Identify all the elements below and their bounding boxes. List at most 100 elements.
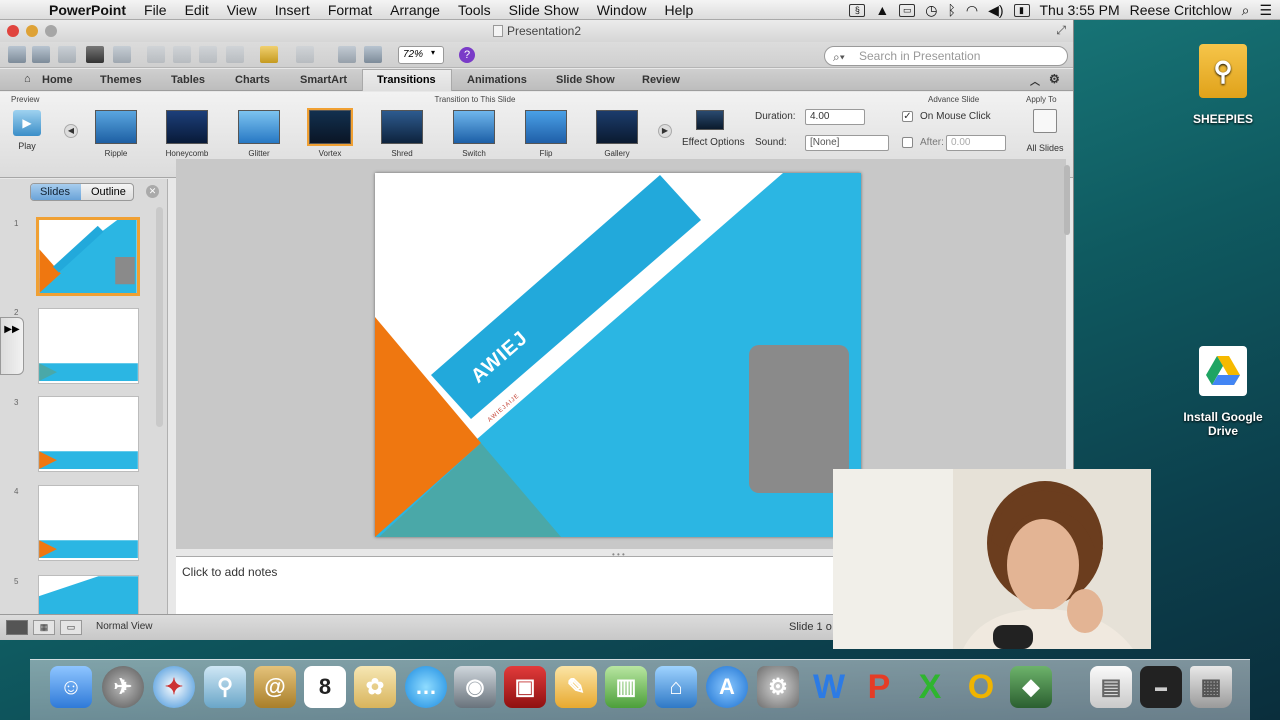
tab-smartart[interactable]: SmartArt [300,74,347,86]
after-checkbox[interactable] [902,137,913,148]
scroll-right-icon[interactable]: ▶ [658,124,672,138]
battery-icon[interactable]: ▮ [1013,3,1030,17]
tab-review[interactable]: Review [642,74,680,86]
slides-pane-scrollbar[interactable] [156,207,163,427]
home-icon[interactable]: ⌂ [24,73,31,85]
help-icon[interactable]: ? [459,47,475,63]
migration-icon[interactable]: ◆ [1010,666,1052,708]
calendar-icon[interactable]: 8 [304,666,346,708]
transition-vortex[interactable] [307,108,353,146]
menu-view[interactable]: View [218,2,266,18]
slide-thumbnail-2[interactable] [38,308,139,384]
redo-icon[interactable] [296,46,314,63]
bluetooth-icon[interactable]: ᛒ [947,2,955,18]
photos-icon[interactable]: ✿ [354,666,396,708]
transition-gallery[interactable] [596,110,638,144]
undo-icon[interactable] [260,46,278,63]
tab-animations[interactable]: Animations [467,74,527,86]
pages-icon[interactable]: ✎ [555,666,597,708]
close-pane-icon[interactable]: ✕ [146,185,159,198]
sorter-view-icon[interactable]: ▦ [33,620,55,635]
current-slide[interactable]: AWIEJ AWIEJAIJE [375,173,861,537]
view-icon[interactable] [364,46,382,63]
menu-slide-show[interactable]: Slide Show [500,2,588,18]
show-hide-icon[interactable] [338,46,356,63]
scroll-left-icon[interactable]: ◀ [64,124,78,138]
zoom-field[interactable]: 72% [398,46,444,64]
tab-home[interactable]: Home [42,74,73,86]
safari-icon[interactable]: ✦ [153,666,195,708]
downloads-stack-icon[interactable]: ▤ [1090,666,1132,708]
time-machine-icon[interactable]: ◷ [925,2,937,19]
preview-icon[interactable]: ⚲ [204,666,246,708]
canvas-scrollbar[interactable] [1064,165,1070,235]
slide-show-view-icon[interactable]: ▭ [60,620,82,635]
notification-center-icon[interactable]: ☰ [1259,2,1272,19]
ribbon-settings-icon[interactable]: ⚙ [1049,72,1060,86]
save-icon[interactable] [86,46,104,63]
duration-field[interactable]: 4.00 [805,109,865,125]
menu-window[interactable]: Window [588,2,656,18]
transition-switch[interactable] [453,110,495,144]
clock[interactable]: Thu 3:55 PM [1040,2,1120,18]
sheepies-drive[interactable]: ⚲ SHEEPIES [1186,44,1260,126]
slide-thumbnail-3[interactable] [38,396,139,472]
menu-insert[interactable]: Insert [266,2,319,18]
fullscreen-icon[interactable]: ⤢ [1056,23,1066,38]
cut-icon[interactable] [147,46,165,63]
app-store-icon[interactable]: A [706,666,748,708]
copy-icon[interactable] [173,46,191,63]
script-icon[interactable]: § [849,3,866,17]
menu-app-name[interactable]: PowerPoint [40,2,135,18]
print-icon[interactable] [113,46,131,63]
gallery-icon[interactable] [32,46,50,63]
messages-icon[interactable]: … [405,666,447,708]
menu-arrange[interactable]: Arrange [381,2,449,18]
menu-tools[interactable]: Tools [449,2,500,18]
drive-status-icon[interactable]: ▲ [875,2,889,18]
photo-booth-icon[interactable]: ▣ [504,666,546,708]
tab-tables[interactable]: Tables [171,74,205,86]
templates-icon[interactable] [58,46,76,63]
keynote-icon[interactable]: ⌂ [655,666,697,708]
paste-icon[interactable] [199,46,217,63]
transition-flip[interactable] [525,110,567,144]
slide-thumbnail-1[interactable] [36,217,140,296]
contacts-icon[interactable]: @ [254,666,296,708]
facetime-icon[interactable]: ◉ [454,666,496,708]
effect-options-button[interactable]: Effect Options [682,110,748,158]
menu-format[interactable]: Format [319,2,381,18]
menu-file[interactable]: File [135,2,176,18]
powerpoint-icon[interactable]: P [858,666,900,708]
system-preferences-icon[interactable]: ⚙ [757,666,799,708]
tab-themes[interactable]: Themes [100,74,142,86]
airplay-icon[interactable]: ▭ [899,3,916,17]
menu-help[interactable]: Help [656,2,703,18]
search-field[interactable]: ⌕▾ Search in Presentation [824,46,1068,66]
tab-charts[interactable]: Charts [235,74,270,86]
trash-icon[interactable]: ▦ [1190,666,1232,708]
user-name[interactable]: Reese Critchlow [1130,2,1232,18]
transition-ripple[interactable] [95,110,137,144]
install-google-drive[interactable]: Install Google Drive [1176,346,1270,438]
slide-thumbnail-4[interactable] [38,485,139,561]
spotlight-icon[interactable]: ⌕ [1242,2,1250,19]
numbers-icon[interactable]: ▥ [605,666,647,708]
launchpad-icon[interactable]: ✈ [102,666,144,708]
excel-icon[interactable]: X [909,666,951,708]
outline-tab[interactable]: Outline [91,186,126,198]
menu-edit[interactable]: Edit [176,2,218,18]
collapse-ribbon-icon[interactable]: ︿ [1030,73,1040,88]
new-from-template-icon[interactable] [8,46,26,63]
tab-transitions[interactable]: Transitions [377,74,436,86]
terminal-icon[interactable]: ▬ [1140,666,1182,708]
finder-icon[interactable]: ☺ [50,666,92,708]
volume-icon[interactable]: ◀) [988,2,1003,19]
play-button[interactable]: ▶ Play [10,110,44,156]
on-mouse-click-checkbox[interactable]: ✓ [902,111,913,122]
outlook-icon[interactable]: O [960,666,1002,708]
tab-slide-show[interactable]: Slide Show [556,74,615,86]
zoom-dropdown-icon[interactable]: ▾ [431,48,435,57]
after-field[interactable]: 0.00 [946,135,1006,151]
sidebar-handle[interactable]: ▶▶ [0,317,24,375]
